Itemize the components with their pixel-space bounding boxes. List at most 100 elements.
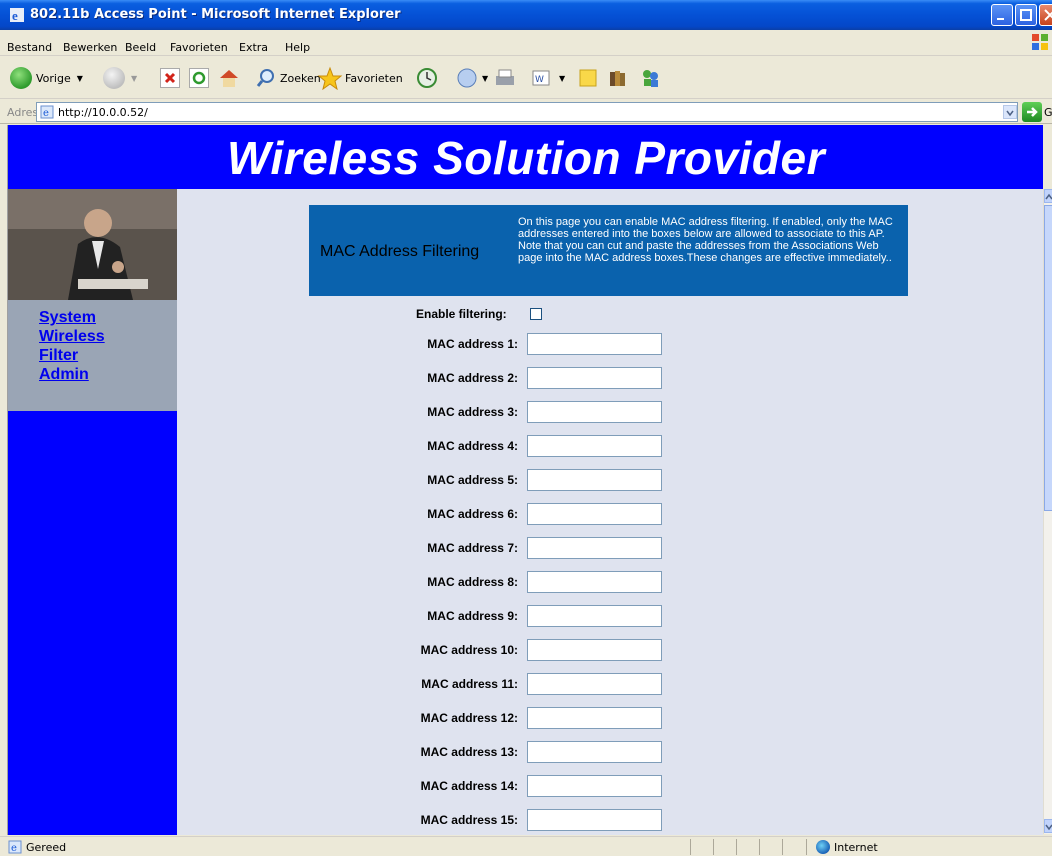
status-divider bbox=[690, 839, 691, 855]
chevron-down-icon bbox=[1006, 110, 1014, 117]
menu-bestand[interactable]: Bestand bbox=[7, 41, 52, 54]
page-heading: MAC Address Filtering bbox=[320, 243, 480, 260]
mac-address-input[interactable] bbox=[527, 775, 662, 797]
word-edit-icon: W bbox=[532, 70, 550, 86]
back-dropdown-icon[interactable]: ▼ bbox=[77, 74, 83, 83]
discuss-button[interactable] bbox=[577, 63, 599, 93]
toolbar: Vorige ▼ ▼ Zoeken Favorieten ▼ W ▼ bbox=[0, 57, 1052, 99]
go-label[interactable]: Ga naar bbox=[1044, 106, 1052, 119]
stop-button[interactable] bbox=[160, 63, 180, 93]
print-icon bbox=[496, 69, 514, 85]
notes-icon bbox=[579, 69, 597, 87]
mac-address-label: MAC address 2: bbox=[427, 371, 518, 385]
favorites-button[interactable]: Favorieten bbox=[317, 63, 403, 93]
menu-bewerken[interactable]: Bewerken bbox=[63, 41, 117, 54]
mac-address-label: MAC address 9: bbox=[427, 609, 518, 623]
address-label: Adres bbox=[7, 106, 39, 119]
mac-address-row: MAC address 3: bbox=[8, 401, 708, 423]
minimize-button[interactable] bbox=[991, 4, 1013, 26]
page-description: On this page you can enable MAC address … bbox=[518, 216, 893, 264]
mac-address-input[interactable] bbox=[527, 503, 662, 525]
mail-dropdown-icon[interactable]: ▼ bbox=[482, 74, 488, 83]
address-url: http://10.0.0.52/ bbox=[58, 106, 148, 119]
page-done-icon: e bbox=[8, 840, 22, 854]
mac-address-label: MAC address 1: bbox=[427, 337, 518, 351]
close-button[interactable] bbox=[1039, 4, 1052, 26]
stop-icon bbox=[160, 68, 180, 88]
nav-link-system[interactable]: System bbox=[39, 309, 96, 327]
mac-address-label: MAC address 15: bbox=[420, 813, 518, 827]
mail-icon bbox=[457, 68, 477, 88]
scroll-thumb[interactable] bbox=[1044, 205, 1052, 511]
home-button[interactable] bbox=[217, 63, 241, 93]
mac-address-input[interactable] bbox=[527, 469, 662, 491]
search-button[interactable]: Zoeken bbox=[256, 63, 321, 93]
svg-text:W: W bbox=[535, 75, 544, 85]
mac-address-input[interactable] bbox=[527, 537, 662, 559]
mac-address-label: MAC address 7: bbox=[427, 541, 518, 555]
mac-address-row: MAC address 1: bbox=[8, 333, 708, 355]
mac-address-row: MAC address 2: bbox=[8, 367, 708, 389]
go-button[interactable] bbox=[1022, 102, 1042, 122]
mac-address-label: MAC address 6: bbox=[427, 507, 518, 521]
mac-address-input[interactable] bbox=[527, 571, 662, 593]
forward-button[interactable]: ▼ bbox=[103, 63, 137, 93]
back-button[interactable]: Vorige ▼ bbox=[10, 63, 83, 93]
mac-address-input[interactable] bbox=[527, 333, 662, 355]
mac-address-row: MAC address 7: bbox=[8, 537, 708, 559]
mac-address-row: MAC address 5: bbox=[8, 469, 708, 491]
menu-help[interactable]: Help bbox=[285, 41, 310, 54]
mac-address-input[interactable] bbox=[527, 435, 662, 457]
mac-address-label: MAC address 10: bbox=[420, 643, 518, 657]
favorites-star-icon bbox=[317, 66, 343, 90]
mac-address-input[interactable] bbox=[527, 367, 662, 389]
mac-address-input[interactable] bbox=[527, 639, 662, 661]
enable-filtering-checkbox[interactable] bbox=[530, 308, 542, 320]
chevron-down-icon bbox=[1045, 824, 1052, 831]
page-content: Wireless Solution Provider System Wirele… bbox=[7, 125, 1043, 835]
mac-address-input[interactable] bbox=[527, 401, 662, 423]
menu-beeld[interactable]: Beeld bbox=[125, 41, 156, 54]
chevron-up-icon bbox=[1045, 193, 1052, 200]
mac-address-input[interactable] bbox=[527, 605, 662, 627]
refresh-button[interactable] bbox=[189, 63, 209, 93]
edit-dropdown-icon[interactable]: ▼ bbox=[559, 74, 565, 83]
vertical-scrollbar[interactable] bbox=[1043, 189, 1052, 834]
status-text: Gereed bbox=[26, 841, 67, 854]
mac-address-row: MAC address 15: bbox=[8, 809, 708, 831]
mac-address-label: MAC address 3: bbox=[427, 405, 518, 419]
edit-button[interactable]: W ▼ bbox=[531, 63, 565, 93]
back-arrow-icon bbox=[10, 67, 32, 89]
mac-address-label: MAC address 12: bbox=[420, 711, 518, 725]
messenger-button[interactable] bbox=[639, 63, 663, 93]
address-dropdown-button[interactable] bbox=[1003, 105, 1017, 119]
status-divider bbox=[782, 839, 783, 855]
menu-favorieten[interactable]: Favorieten bbox=[170, 41, 228, 54]
mac-address-input[interactable] bbox=[527, 673, 662, 695]
mac-address-row: MAC address 11: bbox=[8, 673, 708, 695]
forward-dropdown-icon[interactable]: ▼ bbox=[131, 74, 137, 83]
research-button[interactable] bbox=[607, 63, 629, 93]
print-button[interactable] bbox=[493, 63, 517, 93]
ie-window: e 802.11b Access Point - Microsoft Inter… bbox=[0, 0, 1052, 856]
svg-text:e: e bbox=[12, 8, 18, 22]
address-input[interactable]: e http://10.0.0.52/ bbox=[36, 102, 1018, 122]
mail-button[interactable]: ▼ bbox=[455, 63, 488, 93]
info-panel: MAC Address Filtering On this page you c… bbox=[309, 205, 908, 296]
maximize-button[interactable] bbox=[1015, 4, 1037, 26]
menu-extra[interactable]: Extra bbox=[239, 41, 268, 54]
windows-logo-icon bbox=[1032, 34, 1048, 50]
status-divider bbox=[736, 839, 737, 855]
search-icon bbox=[256, 69, 274, 87]
maximize-icon bbox=[1020, 9, 1032, 21]
mac-address-row: MAC address 10: bbox=[8, 639, 708, 661]
scroll-down-button[interactable] bbox=[1044, 819, 1052, 833]
status-divider bbox=[713, 839, 714, 855]
security-zone-label: Internet bbox=[834, 841, 878, 854]
mac-address-input[interactable] bbox=[527, 707, 662, 729]
scroll-up-button[interactable] bbox=[1044, 189, 1052, 203]
home-icon bbox=[220, 70, 238, 87]
mac-address-input[interactable] bbox=[527, 741, 662, 763]
mac-address-input[interactable] bbox=[527, 809, 662, 831]
history-button[interactable] bbox=[415, 63, 439, 93]
